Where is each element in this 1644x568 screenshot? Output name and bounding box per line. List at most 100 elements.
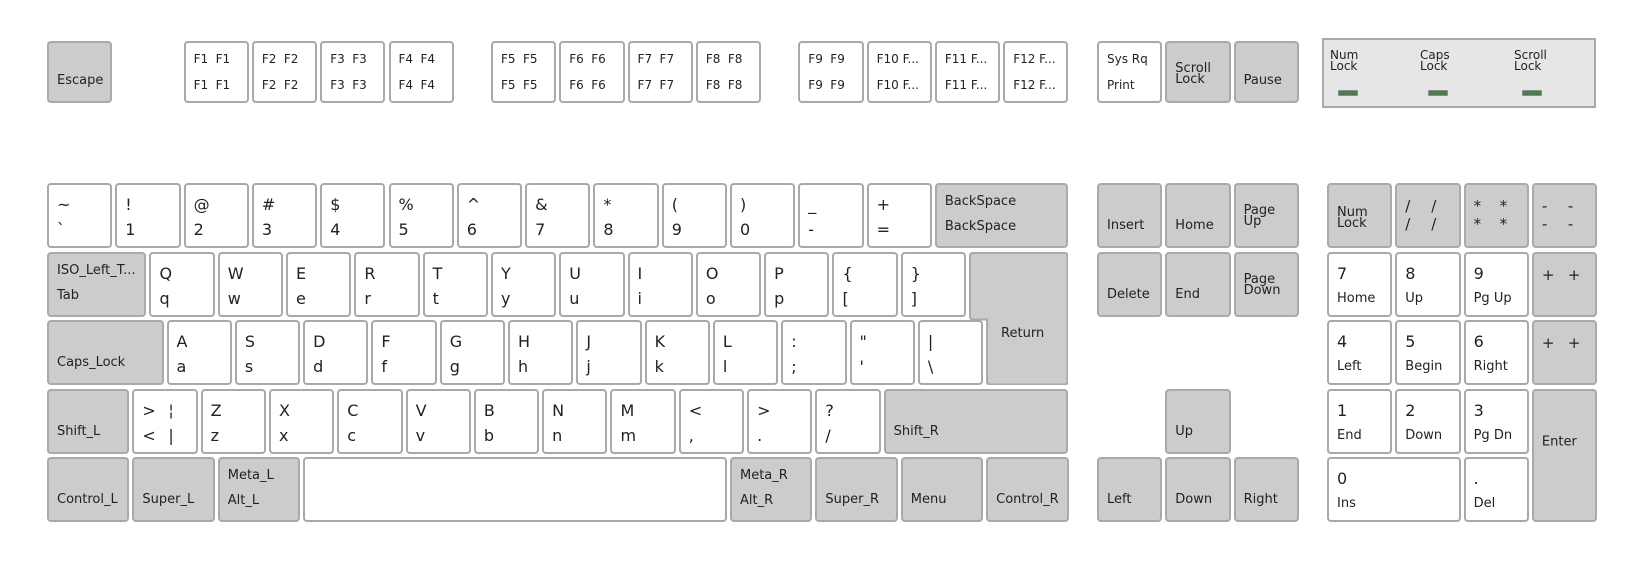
key-p[interactable]: Pp xyxy=(764,251,830,317)
key-f[interactable]: Ff xyxy=(371,320,437,385)
key-b[interactable]: Bb xyxy=(473,388,540,454)
key-slash[interactable]: ? / xyxy=(815,388,881,454)
key-5[interactable]: % 5 xyxy=(388,183,454,248)
key-left[interactable]: Left xyxy=(1097,457,1163,522)
key-kp-9[interactable]: 9 Pg Up xyxy=(1463,251,1529,317)
key-1[interactable]: ! 1 xyxy=(115,183,181,248)
key-t[interactable]: Tt xyxy=(422,251,488,317)
key-kp-subtract[interactable]: ---- xyxy=(1531,183,1598,248)
key-super-l[interactable]: Super_L xyxy=(132,457,215,522)
key-control-l[interactable]: Control_L xyxy=(47,457,130,522)
key-apostrophe[interactable]: " ' xyxy=(849,320,915,385)
key-shift-r[interactable]: Shift_R xyxy=(883,388,1069,454)
key-capslock[interactable]: Caps_Lock xyxy=(47,320,164,385)
key-bracketleft[interactable]: {[ xyxy=(832,251,898,317)
key-y[interactable]: Yy xyxy=(490,251,557,317)
key-pause[interactable]: Pause xyxy=(1233,41,1299,103)
key-menu[interactable]: Menu xyxy=(900,457,984,522)
key-r[interactable]: Rr xyxy=(354,251,420,317)
key-j[interactable]: Jj xyxy=(576,320,642,385)
key-space[interactable] xyxy=(303,457,727,522)
key-3[interactable]: #3 xyxy=(251,183,318,248)
key-7[interactable]: & 7 xyxy=(525,183,591,248)
key-2[interactable]: @2 xyxy=(183,183,249,248)
key-8[interactable]: * 8 xyxy=(593,183,659,248)
key-w[interactable]: Ww xyxy=(217,251,284,317)
key-backspace[interactable]: BackSpace BackSpace xyxy=(934,183,1069,248)
key-equal[interactable]: + = xyxy=(866,183,932,248)
key-delete[interactable]: Delete xyxy=(1097,251,1163,317)
key-l[interactable]: Ll xyxy=(712,320,779,385)
key-kp-0[interactable]: 0 Ins xyxy=(1327,457,1461,522)
key-kp-divide[interactable]: / / / / xyxy=(1395,183,1461,248)
key-kp-7[interactable]: 7 Home xyxy=(1327,251,1393,317)
key-a[interactable]: Aa xyxy=(166,320,232,385)
key-m[interactable]: Mm xyxy=(610,388,676,454)
key-end[interactable]: End xyxy=(1165,251,1231,317)
key-kp-multiply[interactable]: * * * * xyxy=(1463,183,1529,248)
key-kp-3[interactable]: 3 Pg Dn xyxy=(1463,388,1529,454)
key-g[interactable]: Gg xyxy=(439,320,506,385)
key-o[interactable]: Oo xyxy=(695,251,762,317)
key-e[interactable]: Ee xyxy=(286,251,352,317)
key-tab[interactable]: ISO_Left_T... Tab xyxy=(47,251,147,317)
key-i[interactable]: Ii xyxy=(627,251,693,317)
key-f1[interactable]: F1 F1 F1 F1 xyxy=(183,41,249,103)
key-alt-r[interactable]: Meta_R Alt_R xyxy=(730,457,813,522)
key-9[interactable]: (9 xyxy=(661,183,727,248)
key-d[interactable]: Dd xyxy=(303,320,369,385)
key-alt-l[interactable]: Meta_L Alt_L xyxy=(217,457,301,522)
key-s[interactable]: Ss xyxy=(234,320,301,385)
key-f12[interactable]: F12 F... F12 F... xyxy=(1003,41,1069,103)
key-bracketright[interactable]: }] xyxy=(900,251,967,317)
key-f6[interactable]: F6 F6 F6 F6 xyxy=(559,41,625,103)
key-n[interactable]: Nn xyxy=(542,388,608,454)
key-period[interactable]: >. xyxy=(747,388,813,454)
key-kp-decimal[interactable]: . Del xyxy=(1463,457,1529,522)
key-return[interactable]: Return xyxy=(969,251,1069,385)
key-pagedown[interactable]: Page Down xyxy=(1233,251,1299,317)
key-up[interactable]: Up xyxy=(1165,388,1231,454)
key-v[interactable]: Vv xyxy=(405,388,471,454)
key-z[interactable]: Zz xyxy=(200,388,266,454)
key-f2[interactable]: F2 F2 F2 F2 xyxy=(251,41,318,103)
key-f7[interactable]: F7 F7 F7 F7 xyxy=(627,41,693,103)
key-f10[interactable]: F10 F... F10 F... xyxy=(866,41,932,103)
key-escape[interactable]: Escape xyxy=(47,41,113,103)
key-x[interactable]: Xx xyxy=(268,388,335,454)
key-f3[interactable]: F3 F3 F3 F3 xyxy=(320,41,386,103)
key-home[interactable]: Home xyxy=(1165,183,1231,248)
key-kp-1[interactable]: 1 End xyxy=(1327,388,1393,454)
key-f5[interactable]: F5 F5 F5 F5 xyxy=(490,41,557,103)
key-scrolllock[interactable]: Scroll Lock xyxy=(1165,41,1231,103)
key-insert[interactable]: Insert xyxy=(1097,183,1163,248)
key-shift-l[interactable]: Shift_L xyxy=(47,388,130,454)
key-k[interactable]: Kk xyxy=(644,320,710,385)
key-u[interactable]: Uu xyxy=(559,251,625,317)
key-q[interactable]: Qq xyxy=(149,251,215,317)
key-f4[interactable]: F4 F4 F4 F4 xyxy=(388,41,454,103)
key-kp-8[interactable]: 8 Up xyxy=(1395,251,1461,317)
key-grave[interactable]: ~ ` xyxy=(47,183,113,248)
key-kp-add-top[interactable]: + + xyxy=(1531,251,1598,317)
key-semicolon[interactable]: :; xyxy=(781,320,847,385)
key-sysrq[interactable]: Sys Rq Print xyxy=(1097,41,1163,103)
key-kp-2[interactable]: 2 Down xyxy=(1395,388,1461,454)
key-f9[interactable]: F9 F9 F9 F9 xyxy=(798,41,864,103)
key-kp-enter[interactable]: Enter xyxy=(1531,388,1598,522)
key-c[interactable]: Cc xyxy=(337,388,403,454)
key-0[interactable]: ) 0 xyxy=(730,183,796,248)
key-comma[interactable]: <, xyxy=(678,388,745,454)
key-down[interactable]: Down xyxy=(1165,457,1231,522)
key-minus[interactable]: _ - xyxy=(798,183,864,248)
key-less[interactable]: > ¦ < | xyxy=(132,388,198,454)
key-h[interactable]: Hh xyxy=(508,320,574,385)
key-4[interactable]: $4 xyxy=(320,183,386,248)
key-6[interactable]: ^ 6 xyxy=(456,183,523,248)
key-pageup[interactable]: Page Up xyxy=(1233,183,1299,248)
key-kp-4[interactable]: 4 Left xyxy=(1327,320,1393,385)
key-right[interactable]: Right xyxy=(1233,457,1299,522)
key-control-r[interactable]: Control_R xyxy=(986,457,1069,522)
key-kp-add-bot[interactable]: + + xyxy=(1531,320,1598,385)
key-f8[interactable]: F8 F8 F8 F8 xyxy=(695,41,762,103)
